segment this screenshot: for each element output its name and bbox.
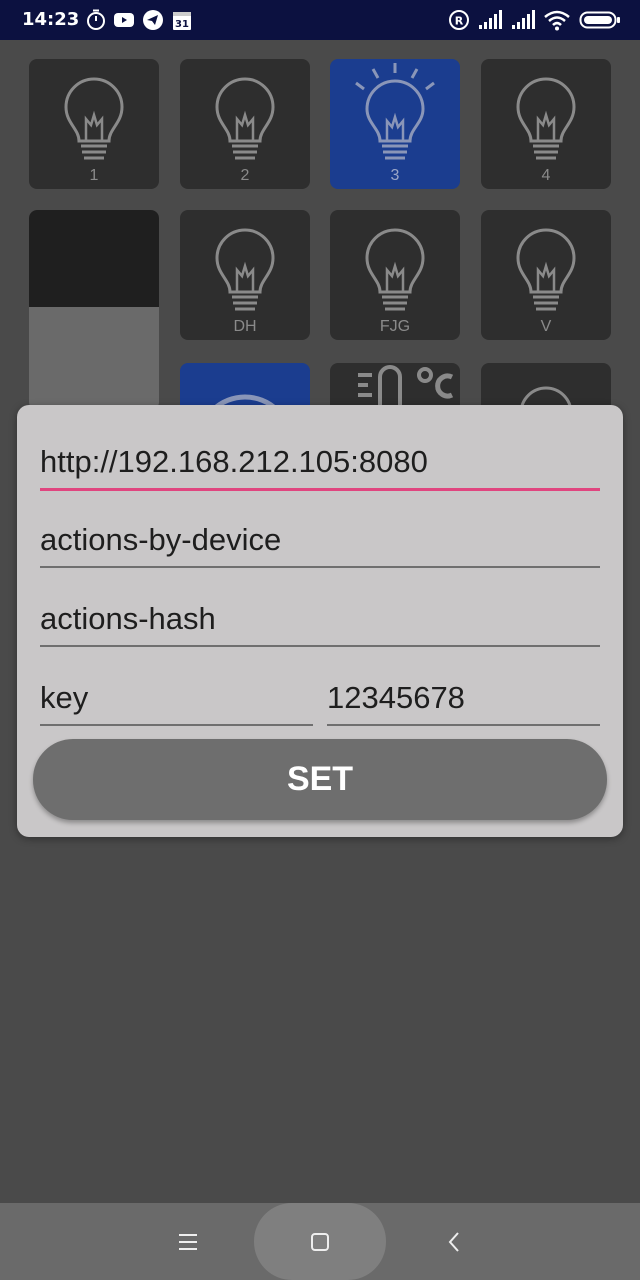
battery-icon — [579, 11, 620, 29]
clock: 14:23 — [22, 9, 80, 30]
back-icon[interactable] — [441, 1228, 469, 1256]
dimmer-slider[interactable] — [29, 210, 159, 410]
calendar-day: 31 — [175, 19, 189, 30]
navigation-bar — [0, 1203, 640, 1280]
tile-label: DH — [233, 318, 257, 335]
status-bar: 14:23 31 R — [0, 0, 640, 40]
tile-label: 3 — [390, 167, 400, 184]
calendar-icon: 31 — [173, 12, 191, 30]
menu-icon[interactable] — [175, 1228, 203, 1256]
tile-label: FJG — [379, 318, 411, 335]
actions-path-field[interactable]: actions-by-device — [40, 516, 600, 568]
light-tile-v[interactable]: V — [481, 210, 611, 340]
youtube-icon — [114, 13, 134, 27]
signal-icon — [512, 10, 535, 29]
tile-label: V — [540, 318, 552, 335]
light-tile-fjg[interactable]: FJG — [330, 210, 460, 340]
svg-text:R: R — [455, 15, 464, 28]
light-tile-2[interactable]: 2 — [180, 59, 310, 189]
key-value-value: 12345678 — [327, 680, 465, 715]
actions-path-value: actions-by-device — [40, 522, 282, 557]
dimmer-slider-track — [29, 210, 159, 307]
tile-label: 4 — [541, 167, 551, 184]
light-tile-1[interactable]: 1 — [29, 59, 159, 189]
server-settings-dialog: http://192.168.212.105:8080 actions-by-d… — [17, 405, 623, 837]
registered-icon: R — [449, 10, 469, 30]
light-tile-3[interactable]: 3 — [330, 59, 460, 189]
server-url-field[interactable]: http://192.168.212.105:8080 — [40, 438, 600, 491]
light-tile-4[interactable]: 4 — [481, 59, 611, 189]
server-url-value: http://192.168.212.105:8080 — [40, 444, 428, 479]
wifi-icon — [544, 10, 570, 31]
set-button[interactable]: SET — [33, 739, 607, 820]
stopwatch-icon — [87, 9, 105, 30]
tile-label: 1 — [89, 167, 99, 184]
signal-icon — [479, 10, 502, 29]
hash-path-value: actions-hash — [40, 601, 216, 636]
key-name-field[interactable]: key — [40, 674, 313, 726]
home-icon[interactable] — [306, 1228, 334, 1256]
hash-path-field[interactable]: actions-hash — [40, 595, 600, 647]
light-tile-dh[interactable]: DH — [180, 210, 310, 340]
key-name-value: key — [40, 680, 89, 715]
key-value-field[interactable]: 12345678 — [327, 674, 600, 726]
telegram-icon — [143, 10, 163, 30]
tile-label: 2 — [240, 167, 250, 184]
